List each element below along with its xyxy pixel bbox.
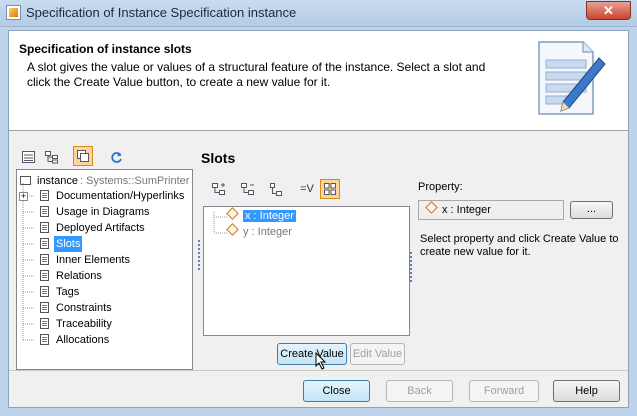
node-document-icon (40, 190, 49, 201)
expand-slots-icon[interactable] (209, 179, 229, 199)
refresh-icon[interactable] (106, 147, 126, 167)
slot-label: x : Integer (243, 210, 296, 222)
property-value: x : Integer (442, 204, 491, 216)
node-document-icon (40, 238, 49, 249)
node-document-icon (40, 302, 49, 313)
window-close-button[interactable]: ✕ (586, 1, 631, 20)
help-button[interactable]: Help (553, 380, 620, 402)
tree-item-label: Constraints (56, 302, 112, 314)
diamond-slot-icon (226, 223, 239, 236)
grid-view-icon[interactable] (320, 179, 340, 199)
mouse-cursor-icon (315, 352, 327, 370)
tree-root-label: instance (37, 175, 78, 187)
header-title: Specification of instance slots (19, 42, 192, 56)
tree-view-icon[interactable] (42, 147, 62, 167)
diamond-slot-icon (226, 207, 239, 220)
edit-value-button[interactable]: Edit Value (350, 343, 405, 365)
back-button[interactable]: Back (386, 380, 453, 402)
property-field: x : Integer (418, 200, 564, 220)
show-values-button[interactable]: =V (297, 179, 317, 199)
slot-label: y : Integer (243, 226, 292, 238)
tree-item-label: Relations (56, 270, 102, 282)
expand-icon[interactable]: + (19, 192, 28, 201)
property-label: Property: (418, 181, 463, 193)
node-document-icon (40, 270, 49, 281)
tree-item-label: Slots (54, 236, 83, 252)
forward-button[interactable]: Forward (469, 380, 539, 402)
browse-property-button[interactable]: ... (570, 201, 613, 219)
tree-item-label: Inner Elements (56, 254, 130, 266)
node-document-icon (40, 286, 49, 297)
tree-root-type: : Systems::SumPrinter (80, 175, 190, 187)
tree-item-label: Deployed Artifacts (56, 222, 145, 234)
close-button[interactable]: Close (303, 380, 370, 402)
tree-item-label: Tags (56, 286, 80, 298)
left-splitter-handle[interactable] (198, 240, 200, 272)
hierarchy-icon[interactable] (266, 179, 286, 199)
tree-item-label: Usage in Diagrams (56, 206, 150, 218)
node-document-icon (40, 222, 49, 233)
node-document-icon (40, 318, 49, 329)
node-document-icon (40, 334, 49, 345)
app-icon (6, 5, 21, 20)
slots-title: Slots (201, 150, 236, 166)
compact-view-icon[interactable] (73, 146, 93, 166)
window-title: Specification of Instance Specification … (26, 5, 297, 20)
header-description: A slot gives the value or values of a st… (27, 60, 486, 89)
tree-item-label: Traceability (56, 318, 112, 330)
tree-item-label: Allocations (56, 334, 110, 346)
flat-list-icon[interactable] (18, 147, 38, 167)
document-pencil-icon (538, 41, 606, 115)
right-splitter-handle[interactable] (410, 252, 412, 282)
slot-row[interactable]: x : Integer (226, 207, 296, 224)
tree-item-label: Documentation/Hyperlinks (56, 190, 185, 202)
property-help-text: Select property and click Create Value t… (420, 233, 619, 258)
node-document-icon (40, 254, 49, 265)
diamond-slot-icon (425, 201, 438, 214)
slot-row[interactable]: y : Integer (226, 223, 292, 240)
collapse-slots-icon[interactable] (238, 179, 258, 199)
node-document-icon (40, 206, 49, 217)
create-value-button[interactable]: Create Value (277, 343, 347, 365)
slot-list[interactable]: x : Integer y : Integer (203, 206, 410, 336)
footer-divider (9, 370, 628, 371)
